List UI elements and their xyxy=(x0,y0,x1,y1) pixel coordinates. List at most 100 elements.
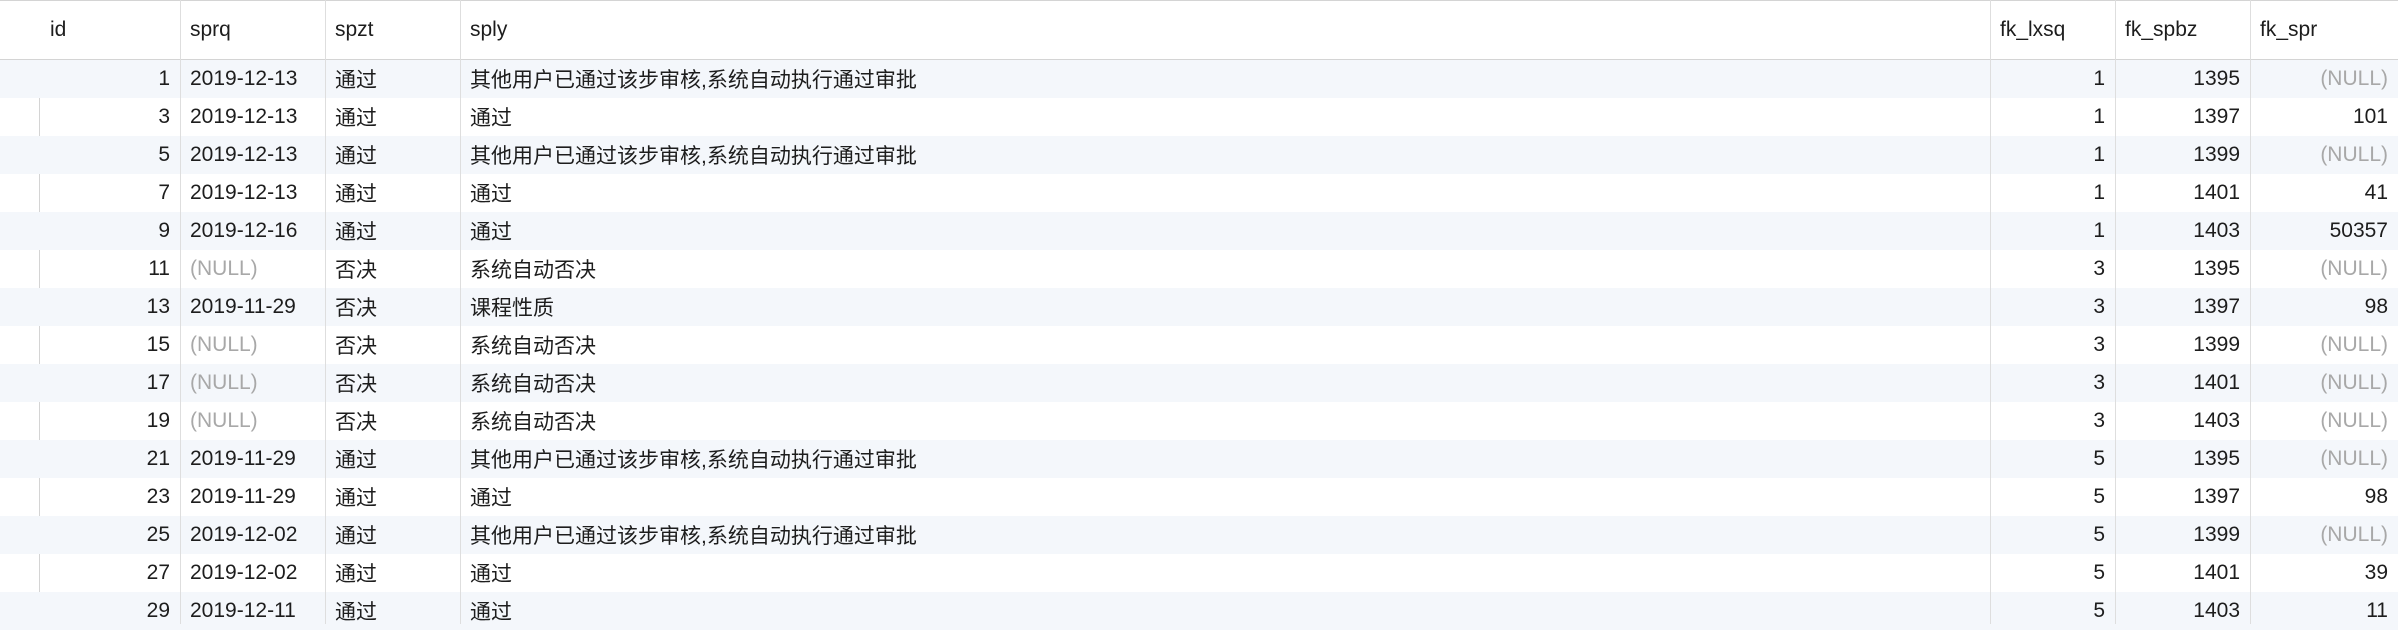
cell-spzt[interactable]: 否决 xyxy=(325,402,460,440)
cell-spzt[interactable]: 通过 xyxy=(325,60,460,98)
cell-fk-spbz[interactable]: 1395 xyxy=(2115,440,2250,478)
table-row[interactable]: 11 (NULL) 否决 系统自动否决 3 1395 (NULL) xyxy=(0,250,2398,288)
cell-id[interactable]: 15 xyxy=(40,326,180,364)
table-row[interactable]: 9 2019-12-16 通过 通过 1 1403 50357 xyxy=(0,212,2398,250)
cell-fk-lxsq[interactable]: 3 xyxy=(1990,288,2115,326)
table-row[interactable]: 15 (NULL) 否决 系统自动否决 3 1399 (NULL) xyxy=(0,326,2398,364)
header-fk-spbz[interactable]: fk_spbz xyxy=(2115,1,2250,59)
cell-fk-spbz[interactable]: 1403 xyxy=(2115,402,2250,440)
cell-fk-lxsq[interactable]: 5 xyxy=(1990,592,2115,630)
header-fk-lxsq[interactable]: fk_lxsq xyxy=(1990,1,2115,59)
cell-fk-lxsq[interactable]: 3 xyxy=(1990,364,2115,402)
cell-fk-spr[interactable]: (NULL) xyxy=(2250,402,2398,440)
cell-spzt[interactable]: 通过 xyxy=(325,554,460,592)
cell-spzt[interactable]: 通过 xyxy=(325,440,460,478)
cell-spzt[interactable]: 通过 xyxy=(325,478,460,516)
table-row[interactable]: 25 2019-12-02 通过 其他用户已通过该步审核,系统自动执行通过审批 5 139… xyxy=(0,516,2398,554)
cell-spzt[interactable]: 否决 xyxy=(325,288,460,326)
cell-sprq[interactable]: 2019-12-02 xyxy=(180,554,325,592)
cell-sply[interactable]: 其他用户已通过该步审核,系统自动执行通过审批 xyxy=(460,440,1990,478)
cell-fk-spbz[interactable]: 1397 xyxy=(2115,98,2250,136)
table-row[interactable]: 27 2019-12-02 通过 通过 5 1401 39 xyxy=(0,554,2398,592)
cell-spzt[interactable]: 通过 xyxy=(325,174,460,212)
cell-fk-spbz[interactable]: 1403 xyxy=(2115,592,2250,630)
cell-sprq[interactable]: (NULL) xyxy=(180,250,325,288)
cell-spzt[interactable]: 通过 xyxy=(325,136,460,174)
cell-sprq[interactable]: 2019-11-29 xyxy=(180,478,325,516)
cell-fk-spr[interactable]: (NULL) xyxy=(2250,516,2398,554)
cell-id[interactable]: 7 xyxy=(40,174,180,212)
cell-sply[interactable]: 通过 xyxy=(460,554,1990,592)
column-separator[interactable] xyxy=(180,0,181,624)
cell-fk-spbz[interactable]: 1399 xyxy=(2115,516,2250,554)
cell-fk-spbz[interactable]: 1401 xyxy=(2115,554,2250,592)
cell-fk-lxsq[interactable]: 3 xyxy=(1990,250,2115,288)
cell-id[interactable]: 29 xyxy=(40,592,180,630)
cell-id[interactable]: 27 xyxy=(40,554,180,592)
cell-sprq[interactable]: 2019-12-02 xyxy=(180,516,325,554)
cell-sply[interactable]: 通过 xyxy=(460,174,1990,212)
table-row[interactable]: 13 2019-11-29 否决 课程性质 3 1397 98 xyxy=(0,288,2398,326)
cell-spzt[interactable]: 通过 xyxy=(325,516,460,554)
cell-fk-spbz[interactable]: 1403 xyxy=(2115,212,2250,250)
table-row[interactable]: 1 2019-12-13 通过 其他用户已通过该步审核,系统自动执行通过审批 1 1395… xyxy=(0,60,2398,98)
cell-fk-spbz[interactable]: 1395 xyxy=(2115,60,2250,98)
cell-sply[interactable]: 系统自动否决 xyxy=(460,402,1990,440)
cell-fk-lxsq[interactable]: 1 xyxy=(1990,212,2115,250)
cell-fk-lxsq[interactable]: 1 xyxy=(1990,98,2115,136)
cell-fk-lxsq[interactable]: 5 xyxy=(1990,478,2115,516)
cell-fk-lxsq[interactable]: 5 xyxy=(1990,554,2115,592)
cell-fk-lxsq[interactable]: 5 xyxy=(1990,516,2115,554)
cell-sply[interactable]: 其他用户已通过该步审核,系统自动执行通过审批 xyxy=(460,136,1990,174)
cell-fk-spbz[interactable]: 1399 xyxy=(2115,136,2250,174)
cell-sprq[interactable]: 2019-12-13 xyxy=(180,174,325,212)
cell-id[interactable]: 5 xyxy=(40,136,180,174)
cell-sply[interactable]: 通过 xyxy=(460,592,1990,630)
table-row[interactable]: 19 (NULL) 否决 系统自动否决 3 1403 (NULL) xyxy=(0,402,2398,440)
table-row[interactable]: 7 2019-12-13 通过 通过 1 1401 41 xyxy=(0,174,2398,212)
cell-fk-spr[interactable]: 41 xyxy=(2250,174,2398,212)
cell-fk-lxsq[interactable]: 1 xyxy=(1990,60,2115,98)
cell-fk-spbz[interactable]: 1395 xyxy=(2115,250,2250,288)
cell-id[interactable]: 11 xyxy=(40,250,180,288)
cell-fk-spr[interactable]: (NULL) xyxy=(2250,60,2398,98)
cell-fk-spr[interactable]: (NULL) xyxy=(2250,326,2398,364)
cell-fk-lxsq[interactable]: 1 xyxy=(1990,174,2115,212)
cell-sply[interactable]: 课程性质 xyxy=(460,288,1990,326)
cell-sply[interactable]: 系统自动否决 xyxy=(460,250,1990,288)
table-row[interactable]: 29 2019-12-11 通过 通过 5 1403 11 xyxy=(0,592,2398,630)
table-row[interactable]: 21 2019-11-29 通过 其他用户已通过该步审核,系统自动执行通过审批 5 139… xyxy=(0,440,2398,478)
table-row[interactable]: 23 2019-11-29 通过 通过 5 1397 98 xyxy=(0,478,2398,516)
cell-fk-spr[interactable]: (NULL) xyxy=(2250,364,2398,402)
cell-id[interactable]: 21 xyxy=(40,440,180,478)
cell-fk-spr[interactable]: 98 xyxy=(2250,288,2398,326)
cell-spzt[interactable]: 否决 xyxy=(325,326,460,364)
cell-sply[interactable]: 系统自动否决 xyxy=(460,364,1990,402)
cell-id[interactable]: 1 xyxy=(40,60,180,98)
header-sprq[interactable]: sprq xyxy=(180,1,325,59)
cell-sprq[interactable]: 2019-12-11 xyxy=(180,592,325,630)
cell-fk-spr[interactable]: 39 xyxy=(2250,554,2398,592)
header-sply[interactable]: sply xyxy=(460,1,1990,59)
cell-spzt[interactable]: 通过 xyxy=(325,592,460,630)
cell-fk-spr[interactable]: 98 xyxy=(2250,478,2398,516)
cell-id[interactable]: 25 xyxy=(40,516,180,554)
cell-sply[interactable]: 通过 xyxy=(460,98,1990,136)
cell-fk-spr[interactable]: 50357 xyxy=(2250,212,2398,250)
cell-fk-spr[interactable]: 101 xyxy=(2250,98,2398,136)
cell-spzt[interactable]: 否决 xyxy=(325,364,460,402)
column-separator[interactable] xyxy=(460,0,461,624)
cell-id[interactable]: 23 xyxy=(40,478,180,516)
cell-sprq[interactable]: 2019-11-29 xyxy=(180,288,325,326)
cell-sply[interactable]: 通过 xyxy=(460,478,1990,516)
cell-id[interactable]: 13 xyxy=(40,288,180,326)
cell-sprq[interactable]: 2019-12-16 xyxy=(180,212,325,250)
cell-sprq[interactable]: (NULL) xyxy=(180,402,325,440)
cell-sprq[interactable]: 2019-11-29 xyxy=(180,440,325,478)
cell-fk-spbz[interactable]: 1399 xyxy=(2115,326,2250,364)
column-separator[interactable] xyxy=(2115,0,2116,624)
header-fk-spr[interactable]: fk_spr xyxy=(2250,1,2398,59)
table-row[interactable]: 5 2019-12-13 通过 其他用户已通过该步审核,系统自动执行通过审批 1 1399… xyxy=(0,136,2398,174)
column-separator[interactable] xyxy=(1990,0,1991,624)
cell-spzt[interactable]: 否决 xyxy=(325,250,460,288)
